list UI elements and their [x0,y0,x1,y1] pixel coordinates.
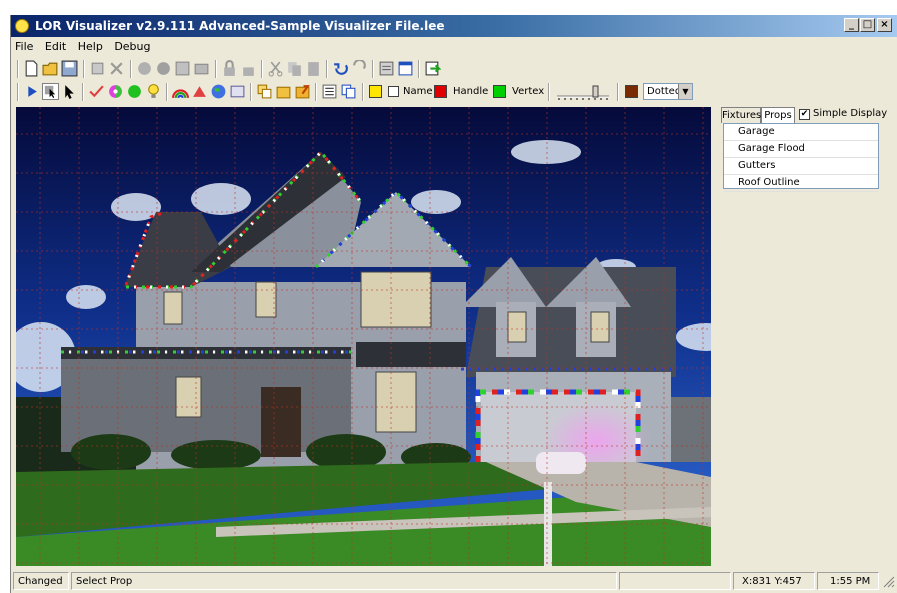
main-toolbar [15,58,894,80]
fixture-icon[interactable] [89,60,106,77]
maximize-button[interactable]: □ [860,18,875,32]
vertex-color-swatch[interactable] [493,85,506,98]
duplicate-icon[interactable] [340,83,357,100]
lights-off-icon[interactable] [136,60,153,77]
resize-grip-icon[interactable] [883,576,895,588]
visualizer-canvas[interactable] [16,107,711,566]
title-bar[interactable]: LOR Visualizer v2.9.111 Advanced-Sample … [11,15,897,37]
simple-display-checkbox[interactable]: ✔ [799,109,810,120]
status-bar: Changed Select Prop X:831 Y:457 1:55 PM [11,570,897,592]
copy-icon[interactable] [286,60,303,77]
props-list: Garage Garage Flood Gutters Roof Outline [723,123,879,192]
line-style-value: Dotted [647,86,682,97]
name-checkbox[interactable] [388,86,399,97]
line-style-dropdown[interactable]: Dotted ▼ [643,83,693,100]
props-panel: Fixtures Props ✔ Simple Display Garage G… [717,107,887,567]
save-icon[interactable] [61,60,78,77]
house-background-image [16,107,711,566]
minimize-button[interactable]: _ [844,18,859,32]
window-icon[interactable] [397,60,414,77]
green-bulb-icon[interactable] [126,83,143,100]
delete-icon[interactable] [108,60,125,77]
line-width-slider[interactable] [555,84,611,100]
export-icon[interactable] [424,60,441,77]
name-label: Name [403,86,433,97]
status-time: 1:55 PM [817,572,879,590]
color-wheel-icon[interactable] [107,83,124,100]
rainbow-icon[interactable] [172,83,189,100]
select-prop-icon[interactable] [42,83,59,100]
group-icon[interactable] [256,83,273,100]
app-window: LOR Visualizer v2.9.111 Advanced-Sample … [10,15,897,593]
unlock-icon[interactable] [240,60,257,77]
edit-folder-icon[interactable] [294,83,311,100]
handle-label: Handle [453,86,489,97]
star-folder-icon[interactable] [275,83,292,100]
list-icon[interactable] [321,83,338,100]
menu-file[interactable]: File [11,38,37,55]
cut-icon[interactable] [267,60,284,77]
shape-icon[interactable] [191,83,208,100]
bulb-icon[interactable] [145,83,162,100]
menu-bar: File Edit Help Debug [11,38,897,56]
open-folder-icon[interactable] [42,60,59,77]
check-icon[interactable] [88,83,105,100]
status-mode: Select Prop [71,572,617,590]
layers-icon[interactable] [193,60,210,77]
handle-color-swatch[interactable] [434,85,447,98]
menu-debug[interactable]: Debug [110,38,154,55]
paste-icon[interactable] [305,60,322,77]
line-color-swatch[interactable] [625,85,638,98]
menu-edit[interactable]: Edit [41,38,70,55]
lock-icon[interactable] [221,60,238,77]
play-icon[interactable] [23,83,40,100]
window-title: LOR Visualizer v2.9.111 Advanced-Sample … [35,19,445,33]
chevron-down-icon[interactable]: ▼ [678,84,692,99]
simple-display-label: Simple Display [813,108,888,119]
menu-help[interactable]: Help [74,38,107,55]
list-item[interactable]: Roof Outline [724,175,878,192]
list-item[interactable]: Garage Flood [724,141,878,158]
list-item[interactable]: Garage [724,124,878,141]
draw-toolbar: Name Handle Vertex Dotted ▼ [15,81,894,103]
panel-icon[interactable] [229,83,246,100]
grid-icon[interactable] [174,60,191,77]
status-empty [619,572,731,590]
fill-color-swatch[interactable] [369,85,382,98]
status-state: Changed [13,572,69,590]
tab-props[interactable]: Props [761,107,795,123]
globe-icon[interactable] [210,83,227,100]
vertex-label: Vertex [512,86,545,97]
undo-icon[interactable] [332,60,349,77]
redo-icon[interactable] [351,60,368,77]
status-coords: X:831 Y:457 [733,572,815,590]
list-item[interactable]: Gutters [724,158,878,175]
pointer-icon[interactable] [61,83,78,100]
properties-icon[interactable] [378,60,395,77]
close-button[interactable]: × [877,18,892,32]
lights-icon[interactable] [155,60,172,77]
tab-fixtures[interactable]: Fixtures [721,107,761,123]
app-icon [15,19,29,33]
new-file-icon[interactable] [23,60,40,77]
